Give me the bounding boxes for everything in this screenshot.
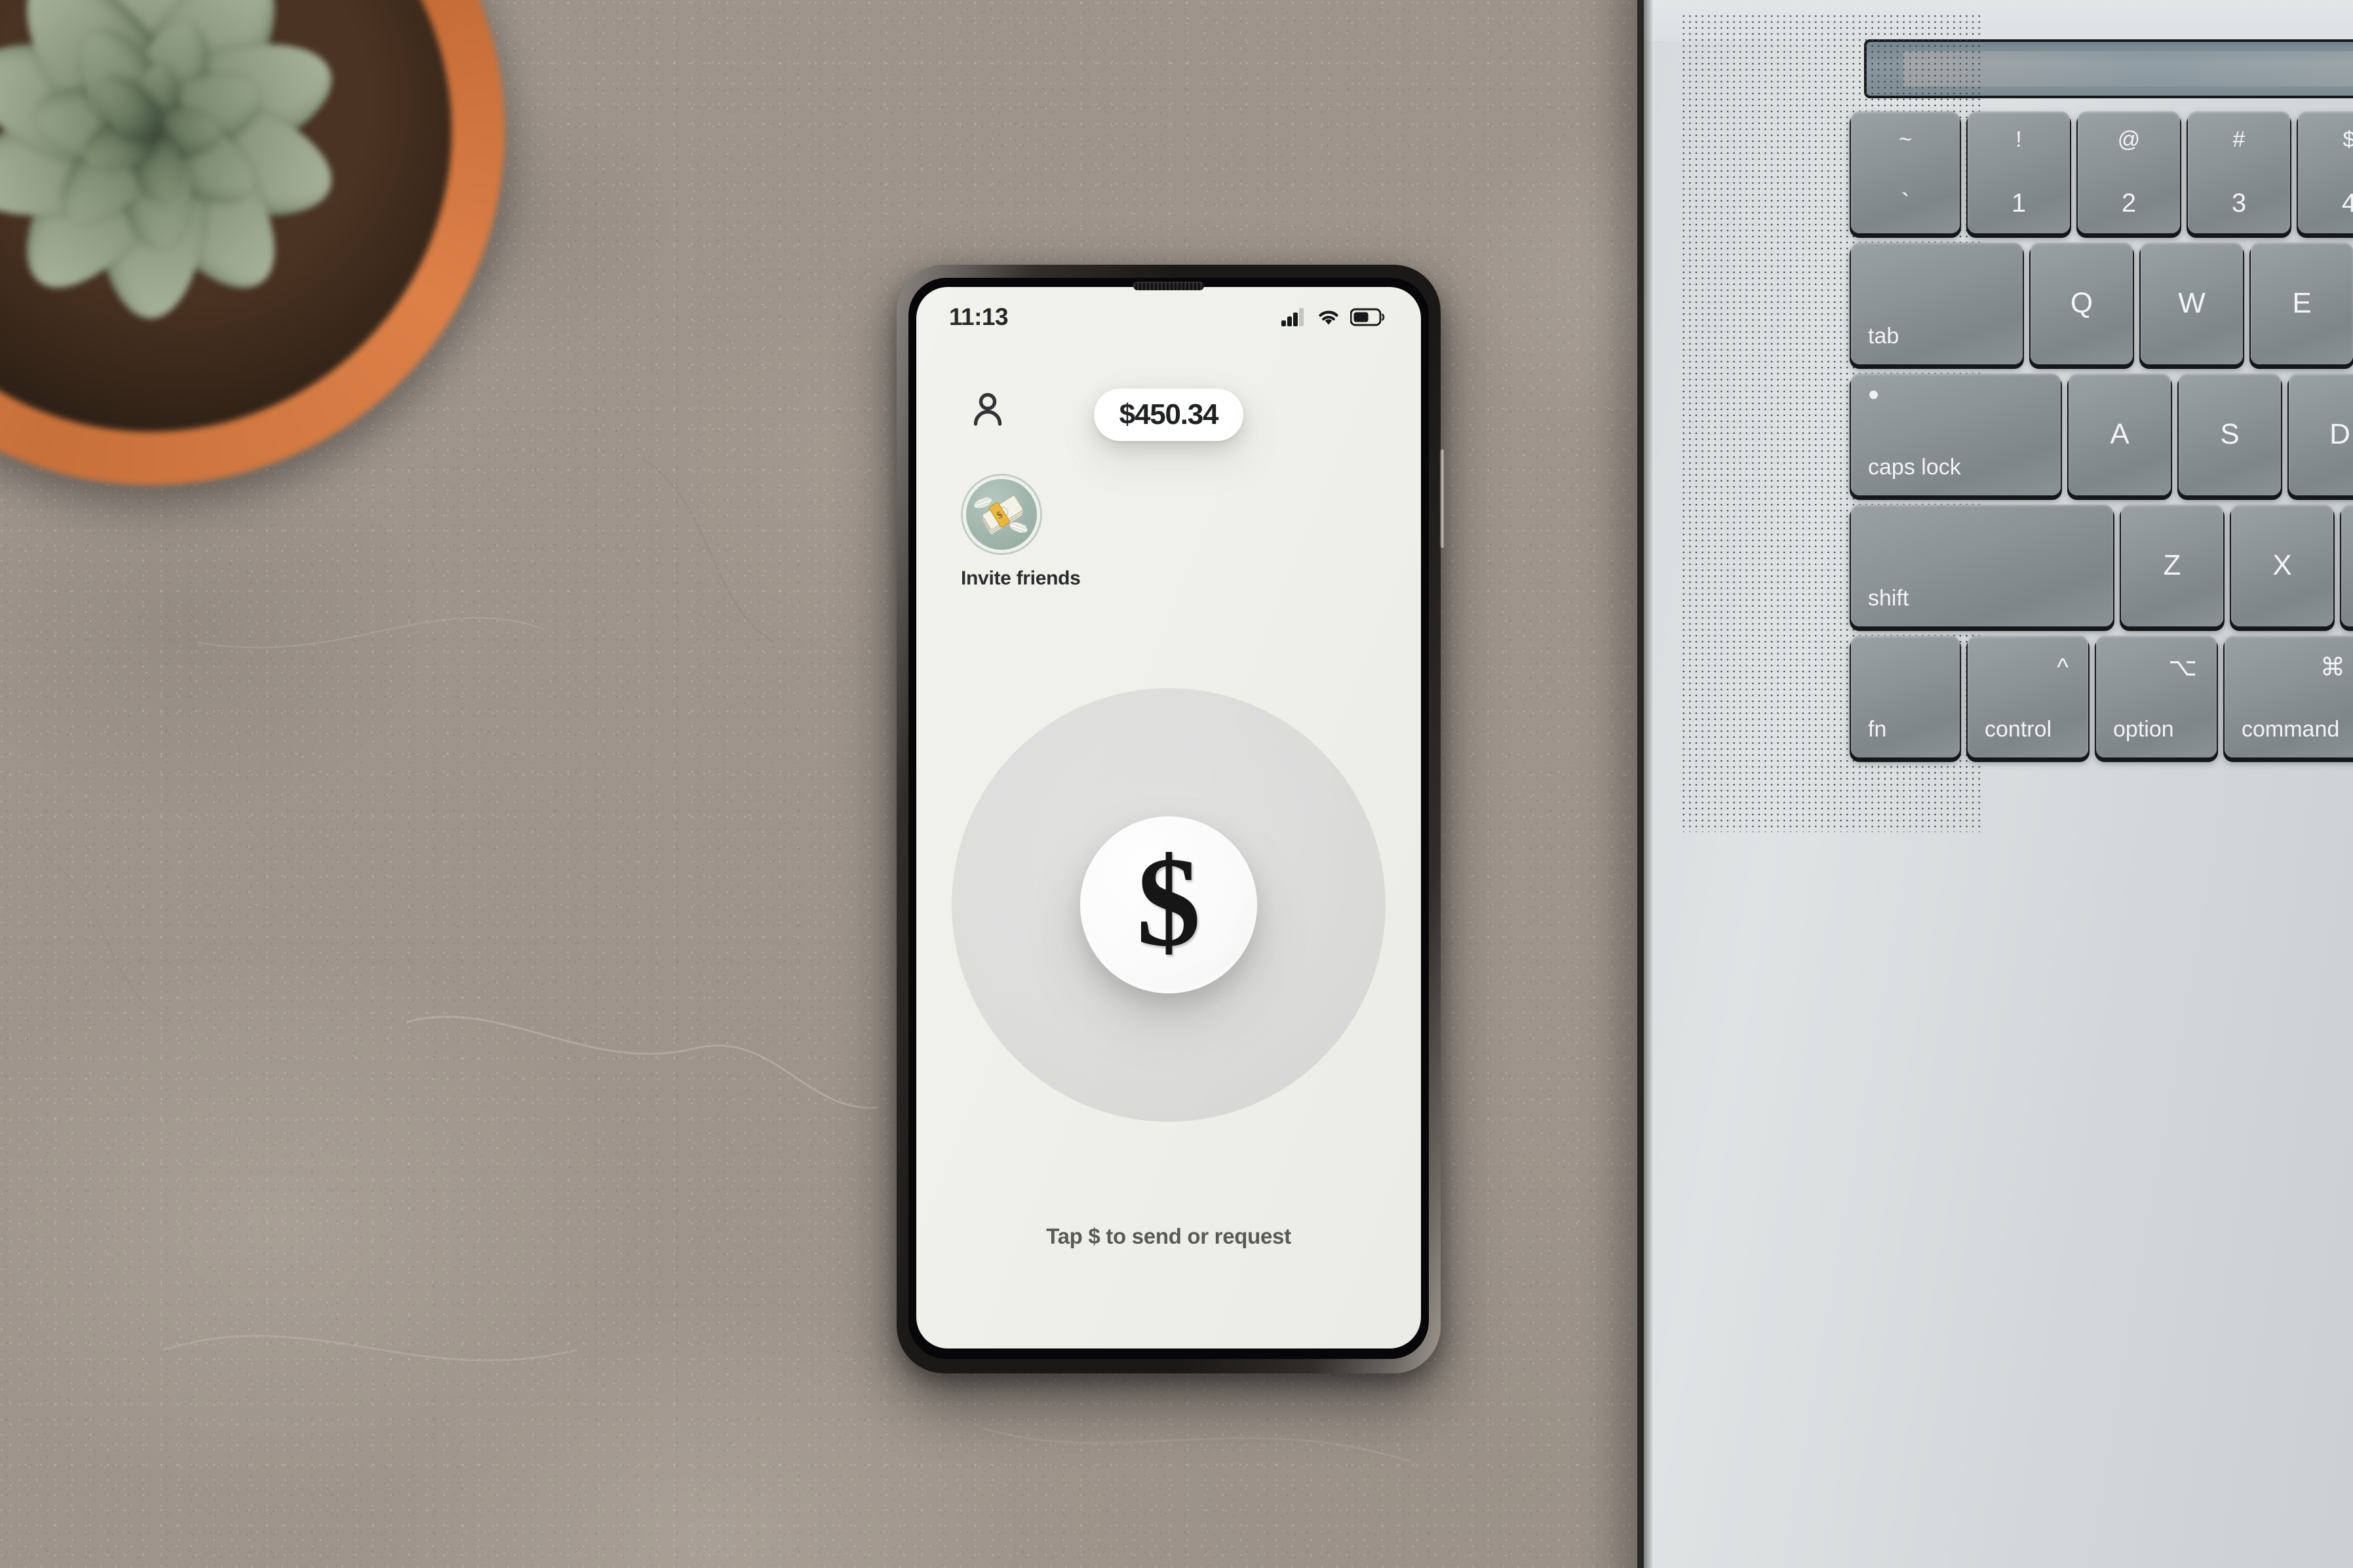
key-legend-bottom: ` — [1901, 188, 1910, 218]
key-control[interactable]: ^ control — [1968, 636, 2088, 757]
key-legend-top: # — [2232, 127, 2246, 153]
key-s[interactable]: S — [2179, 373, 2281, 495]
key-legend-bottom: 3 — [2231, 188, 2247, 218]
cellular-signal-icon — [1281, 308, 1304, 326]
key-x[interactable]: X — [2231, 505, 2333, 626]
key-modifier-symbol: ⌘ — [2320, 653, 2345, 681]
phone-bezel: 11:13 $450.34 $ Invite friends $ Tap $ t… — [908, 278, 1429, 1359]
key-legend: command — [2242, 716, 2340, 742]
status-icons — [1281, 307, 1386, 327]
key-tab[interactable]: tab — [1851, 242, 2023, 364]
power-button[interactable] — [1440, 449, 1445, 548]
key-legend: S — [2220, 418, 2240, 450]
key-legend: A — [2110, 418, 2129, 450]
person-icon — [973, 392, 1002, 426]
key-option[interactable]: ⌥ option — [2096, 636, 2217, 757]
key-legend-bottom: 1 — [2011, 188, 2027, 218]
pay-request-button[interactable]: $ — [1080, 816, 1257, 993]
key-legend: caps lock — [1868, 454, 1961, 480]
key-legend: shift — [1868, 585, 1909, 611]
key-capslock[interactable]: caps lock — [1851, 373, 2061, 495]
key-four[interactable]: $4 — [2298, 111, 2353, 233]
keyboard[interactable]: ~`!1@2#3$4tabQWERcaps lockASDFshiftZXCfn… — [1644, 0, 2353, 1568]
key-legend: Z — [2163, 549, 2181, 581]
balance-amount: $450.34 — [1119, 398, 1219, 430]
key-legend: C — [2341, 551, 2353, 580]
key-fn[interactable]: fn — [1851, 636, 1960, 757]
key-legend-top: ! — [2015, 127, 2022, 153]
key-legend: fn — [1868, 716, 1887, 742]
key-legend: tab — [1868, 323, 1899, 349]
key-a[interactable]: A — [2069, 373, 2171, 495]
smartphone: 11:13 $450.34 $ Invite friends $ Tap $ t… — [897, 265, 1445, 1373]
battery-icon — [1350, 308, 1385, 326]
key-two[interactable]: @2 — [2078, 111, 2180, 233]
caps-lock-indicator-icon — [1869, 391, 1878, 399]
key-z[interactable]: Z — [2121, 505, 2223, 626]
pay-button-ring: $ — [952, 688, 1386, 1122]
dollar-sign-icon: $ — [1137, 831, 1201, 973]
key-legend: D — [2329, 418, 2350, 450]
phone-screen[interactable]: 11:13 $450.34 $ Invite friends $ Tap $ t… — [916, 287, 1421, 1348]
key-modifier-symbol: ⌥ — [2168, 653, 2197, 681]
key-e[interactable]: E — [2251, 242, 2353, 364]
key-d[interactable]: D — [2289, 373, 2353, 495]
key-legend: W — [2178, 287, 2206, 319]
key-legend: Q — [2070, 287, 2093, 319]
status-clock: 11:13 — [949, 303, 1009, 330]
key-legend-top: $ — [2343, 127, 2353, 153]
invite-friends-label: Invite friends — [961, 567, 1081, 589]
key-three[interactable]: #3 — [2188, 111, 2290, 233]
key-legend: control — [1985, 716, 2052, 742]
desk-scene: ~`!1@2#3$4tabQWERcaps lockASDFshiftZXCfn… — [0, 0, 2353, 1568]
succulent-plant — [0, 0, 505, 485]
key-one[interactable]: ! 1 — [1968, 111, 2070, 233]
key-legend: option — [2113, 716, 2174, 742]
money-with-wings-icon: $ — [973, 495, 1028, 535]
earpiece-speaker — [1133, 282, 1204, 290]
key-w[interactable]: W — [2141, 242, 2243, 364]
invite-friends-tile[interactable]: $ Invite friends — [958, 476, 1083, 590]
key-legend-bottom: 4 — [2341, 188, 2353, 218]
status-bar: 11:13 — [916, 287, 1421, 347]
key-c[interactable]: C — [2341, 505, 2353, 626]
balance-pill[interactable]: $450.34 — [1094, 389, 1243, 441]
key-legend-bottom: 2 — [2121, 188, 2137, 218]
wifi-icon — [1319, 311, 1338, 325]
key-legend: E — [2292, 287, 2312, 319]
key-legend: X — [2272, 549, 2292, 581]
profile-button[interactable] — [969, 391, 1007, 429]
key-legend-top: @ — [2117, 127, 2141, 153]
key-shift[interactable]: shift — [1851, 505, 2113, 626]
key-legend-top: ~ — [1899, 127, 1912, 153]
key-modifier-symbol: ^ — [2057, 653, 2069, 681]
macbook-laptop: ~`!1@2#3$4tabQWERcaps lockASDFshiftZXCfn… — [1637, 0, 2353, 1568]
pay-hint-text: Tap $ to send or request — [1046, 1224, 1291, 1248]
key-q[interactable]: Q — [2031, 242, 2133, 364]
key-command[interactable]: ⌘ command — [2225, 636, 2353, 757]
key-tilde[interactable]: ~ ` — [1851, 111, 1960, 233]
invite-friends-avatar[interactable]: $ — [963, 476, 1040, 553]
